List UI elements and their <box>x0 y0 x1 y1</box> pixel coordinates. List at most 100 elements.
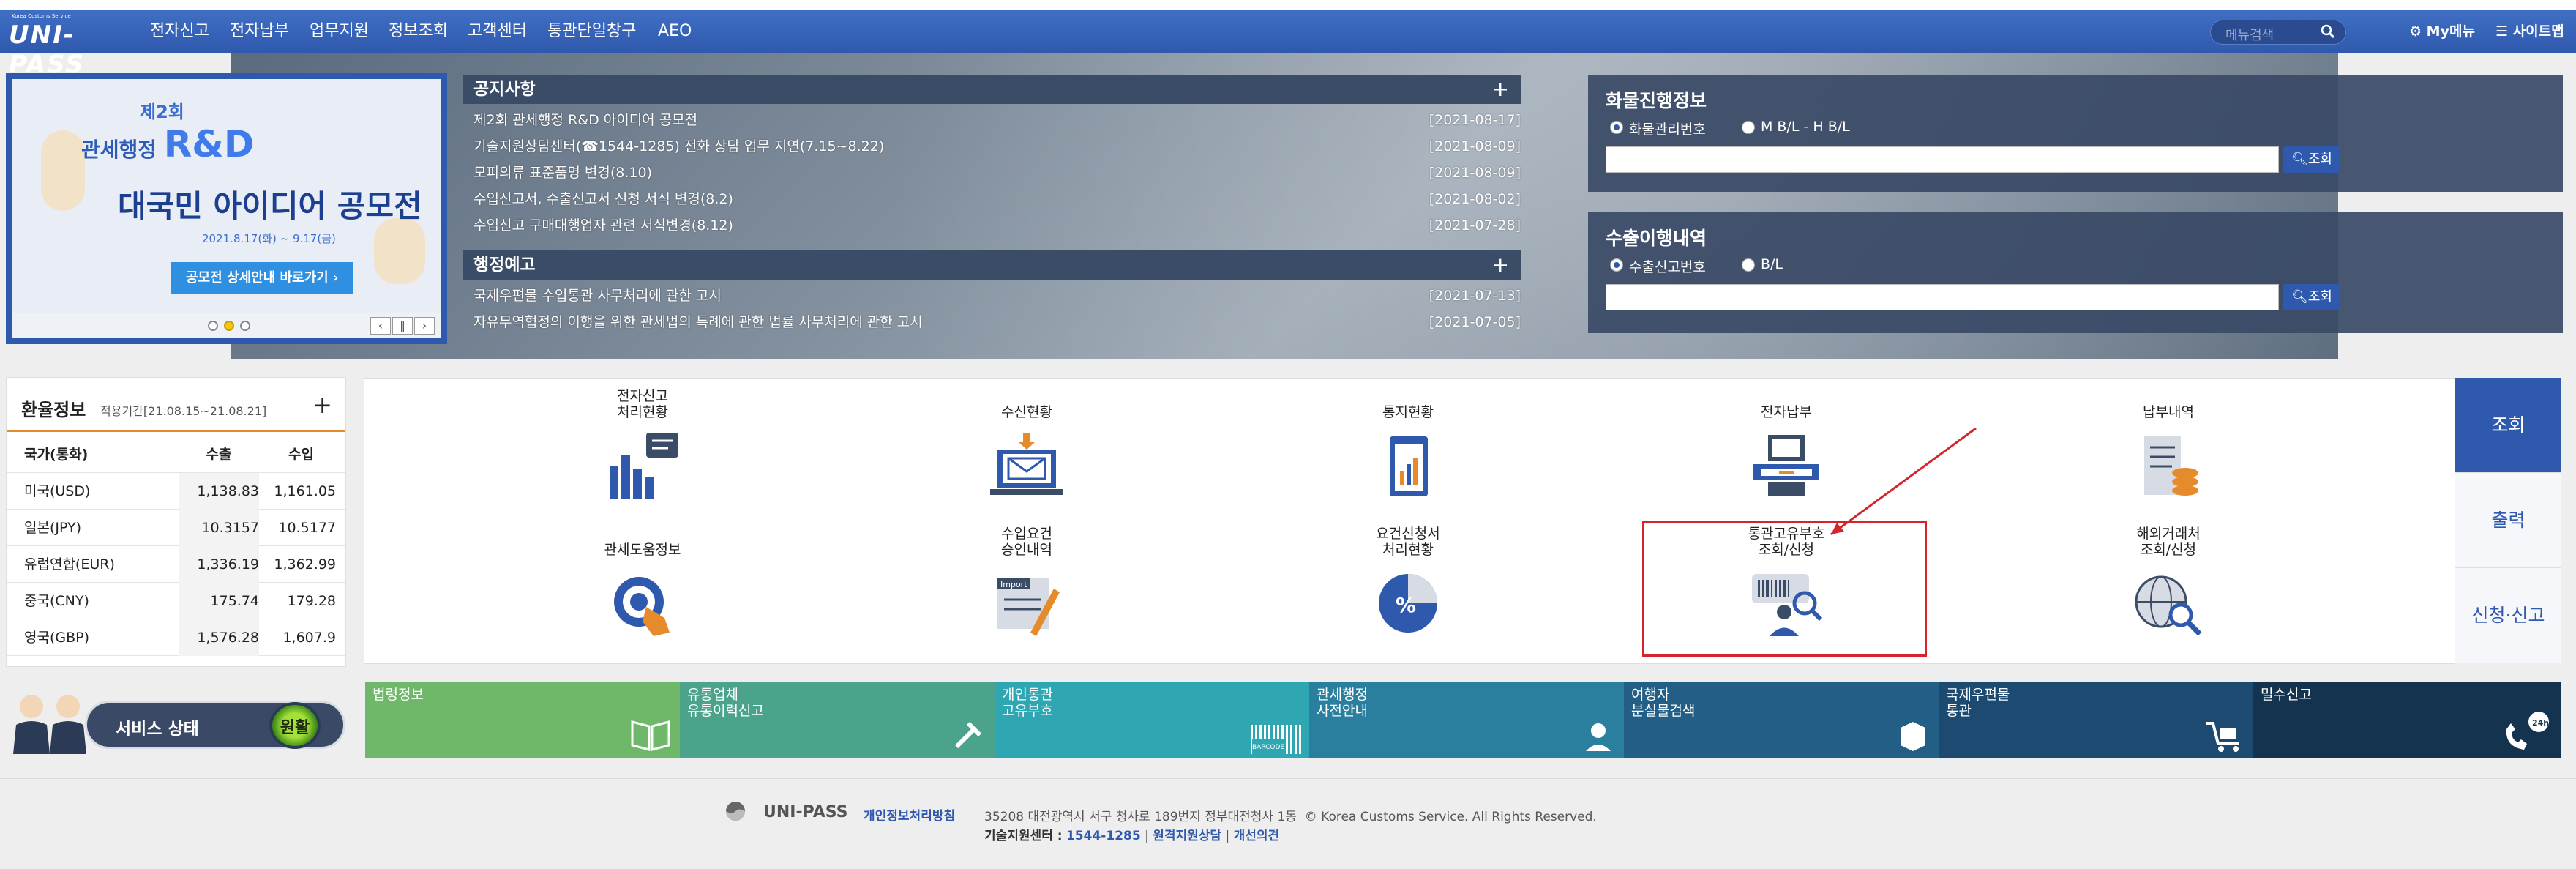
service-label-line1: 수입요건 <box>1001 526 1052 542</box>
quick-intl-mail-customs[interactable]: 국제우편물 통관 <box>1939 682 2253 758</box>
tab-print[interactable]: 출력 <box>2455 473 2561 568</box>
cargo-search-button[interactable]: 🔍︎조회 <box>2283 146 2340 173</box>
nav-item-customer-center[interactable]: 고객센터 <box>468 10 527 53</box>
menu-search-input[interactable]: 메뉴검색 <box>2210 20 2346 45</box>
admin-notice-more-icon[interactable]: + <box>1492 250 1509 280</box>
notice-item[interactable]: 모피의류 표준품명 변경(8.10) [2021-08-09] <box>463 160 1521 186</box>
import-document-icon: Import <box>997 578 1060 636</box>
nav-item-work-support[interactable]: 업무지원 <box>310 10 369 53</box>
pause-icon: ‖ <box>400 318 405 332</box>
notice-more-icon[interactable]: + <box>1492 75 1509 104</box>
sitemap-link[interactable]: ☰ 사이트맵 <box>2496 10 2564 53</box>
radio-label: 수출신고번호 <box>1629 259 1706 275</box>
cargo-radio-bl[interactable]: M B/L - H B/L <box>1742 119 1850 135</box>
cargo-radio-mgmt-no[interactable]: 화물관리번호 <box>1610 119 1706 138</box>
export-rate: 10.3157 <box>179 510 259 546</box>
banner-next-button[interactable]: › <box>414 317 435 335</box>
service-label: 해외거래처 조회/신청 <box>2088 526 2249 558</box>
banner-dot-1[interactable] <box>208 321 218 331</box>
column-header: 국가(통화) <box>24 447 89 463</box>
exchange-header-row: 국가(통화) 수출 수입 <box>7 436 345 473</box>
service-overseas-partner-lookup[interactable]: 해외거래처 조회/신청 <box>2088 526 2249 643</box>
promo-banner[interactable]: 제2회 관세행정 R&D 대국민 아이디어 공모전 2021.8.17(화) ~… <box>6 73 447 344</box>
remote-support-link[interactable]: 원격지원상담 <box>1153 829 1221 843</box>
quick-label-2: 통관 <box>1946 703 1972 719</box>
banner-dot-2[interactable] <box>224 321 234 331</box>
cargo-number-input[interactable] <box>1606 146 2279 173</box>
export-search-button[interactable]: 🔍︎조회 <box>2283 284 2340 310</box>
exchange-more-icon[interactable]: + <box>312 391 332 419</box>
service-notice-status[interactable]: 통지현황 <box>1328 388 1489 505</box>
banner-pause-button[interactable]: ‖ <box>392 317 413 335</box>
quick-customs-guidance[interactable]: 관세행정 사전안내 <box>1309 682 1624 758</box>
admin-notice-item[interactable]: 자유무역협정의 이행을 위한 관세법의 특례에 관한 법률 사무처리에 관한 고… <box>463 309 1521 335</box>
quick-distribution-report[interactable]: 유통업체 유통이력신고 <box>680 682 995 758</box>
service-payment-history[interactable]: 납부내역 <box>2088 388 2249 505</box>
notice-item[interactable]: 수입신고 구매대행업자 관련 서식변경(8.12) [2021-07-28] <box>463 212 1521 239</box>
export-radio-decl-no[interactable]: 수출신고번호 <box>1610 256 1706 276</box>
uni-pass-logo[interactable]: Korea Customs Service UNI-PASS <box>9 13 119 79</box>
export-number-input[interactable] <box>1606 284 2279 310</box>
cargo-tracking-panel: 화물진행정보 화물관리번호 M B/L - H B/L 🔍︎조회 <box>1588 75 2563 192</box>
banner-dot-3[interactable] <box>240 321 250 331</box>
staff-icon <box>13 695 86 754</box>
notice-date: [2021-07-05] <box>1429 314 1521 330</box>
status-label: 서비스 상태 <box>116 720 199 739</box>
gov-emblem-icon <box>726 802 745 821</box>
footer-address-line: 35208 대전광역시 서구 청사로 189번지 정부대전청사 1동 © Kor… <box>984 806 1597 824</box>
quick-label-2: 고유부호 <box>1002 703 1053 719</box>
export-radio-bl[interactable]: B/L <box>1742 256 1783 272</box>
service-customs-help-info[interactable]: 관세도움정보 <box>562 526 723 643</box>
quick-law-info[interactable]: 법령정보 <box>365 682 680 758</box>
status-indicator[interactable]: 원활 <box>269 702 321 749</box>
privacy-policy-link[interactable]: 개인정보처리방침 <box>864 805 955 824</box>
notice-item[interactable]: 제2회 관세행정 R&D 아이디어 공모전 [2021-08-17] <box>463 107 1521 133</box>
service-label-line2: 처리현황 <box>1382 542 1434 558</box>
notice-item[interactable]: 기술지원상담센터(☎1544-1285) 전화 상담 업무 지연(7.15~8.… <box>463 133 1521 160</box>
column-header: 수입 <box>288 447 314 463</box>
notice-date: [2021-08-02] <box>1429 191 1521 207</box>
search-icon[interactable] <box>2321 24 2335 39</box>
exchange-header: 환율정보 적용기간[21.08.15~21.08.21] + <box>7 378 345 432</box>
service-import-requirements[interactable]: 수입요건 승인내역 Import <box>946 526 1107 643</box>
service-receive-status[interactable]: 수신현황 <box>946 388 1107 505</box>
my-menu-link[interactable]: ⚙ My메뉴 <box>2409 10 2475 53</box>
promo-banner-image[interactable]: 제2회 관세행정 R&D 대국민 아이디어 공모전 2021.8.17(화) ~… <box>12 79 441 313</box>
services-grid: 전자신고 처리현황 수신현황 통지현황 전자납부 납부내역 관세도움정보 수입요건… <box>364 378 2455 664</box>
service-requirement-application[interactable]: 요건신청서 처리현황 % <box>1328 526 1489 643</box>
top-strip <box>0 0 2576 10</box>
search-icon: 🔍︎ <box>2291 152 2308 167</box>
nav-item-single-window[interactable]: 통관단일창구 <box>547 10 636 53</box>
nav-item-info-lookup[interactable]: 정보조회 <box>389 10 448 53</box>
nav-item-e-payment[interactable]: 전자납부 <box>230 10 289 53</box>
notice-date: [2021-08-09] <box>1429 165 1521 181</box>
tab-lookup[interactable]: 조회 <box>2455 378 2561 473</box>
service-label-line2: 조회/신청 <box>2140 542 2197 558</box>
export-rate: 175.74 <box>179 583 259 619</box>
banner-prev-button[interactable]: ‹ <box>370 317 391 335</box>
banner-line2: 관세행정 R&D <box>81 123 254 165</box>
nav-item-e-filing[interactable]: 전자신고 <box>150 10 209 53</box>
service-e-filing-status[interactable]: 전자신고 처리현황 <box>562 388 723 505</box>
search-icon: 🔍︎ <box>2291 289 2308 305</box>
improvement-link[interactable]: 개선의견 <box>1234 829 1280 843</box>
service-label-line2: 통지현황 <box>1382 404 1434 420</box>
clipboard-chart-icon <box>1390 436 1428 496</box>
import-rate: 1,362.99 <box>274 556 336 573</box>
quick-personal-customs-code[interactable]: 개인통관 고유부호 BARCODE <box>995 682 1309 758</box>
service-label-line1: 전자신고 <box>617 388 668 404</box>
nav-item-aeo[interactable]: AEO <box>658 10 692 53</box>
chevron-left-icon: ‹ <box>378 318 383 332</box>
quick-label-1: 여행자 <box>1631 687 1670 703</box>
tab-apply[interactable]: 신청·신고 <box>2455 568 2561 663</box>
banner-line1: 제2회 <box>140 102 184 122</box>
quick-smuggling-report[interactable]: 밀수신고 24h <box>2253 682 2561 758</box>
admin-notice-item[interactable]: 국제우편물 수입통관 사무처리에 관한 고시 [2021-07-13] <box>463 283 1521 309</box>
banner-line2-big: R&D <box>163 123 255 165</box>
quick-lost-property[interactable]: 여행자 분실물검색 <box>1624 682 1939 758</box>
banner-detail-button[interactable]: 공모전 상세안내 바로가기 › <box>171 262 353 294</box>
headset-icon <box>1586 723 1611 751</box>
footer-support-line: 기술지원센터 : 1544-1285 | 원격지원상담 | 개선의견 <box>984 825 1279 843</box>
hamburger-icon: ☰ <box>2496 23 2509 40</box>
notice-item[interactable]: 수입신고서, 수출신고서 신청 서식 변경(8.2) [2021-08-02] <box>463 186 1521 212</box>
